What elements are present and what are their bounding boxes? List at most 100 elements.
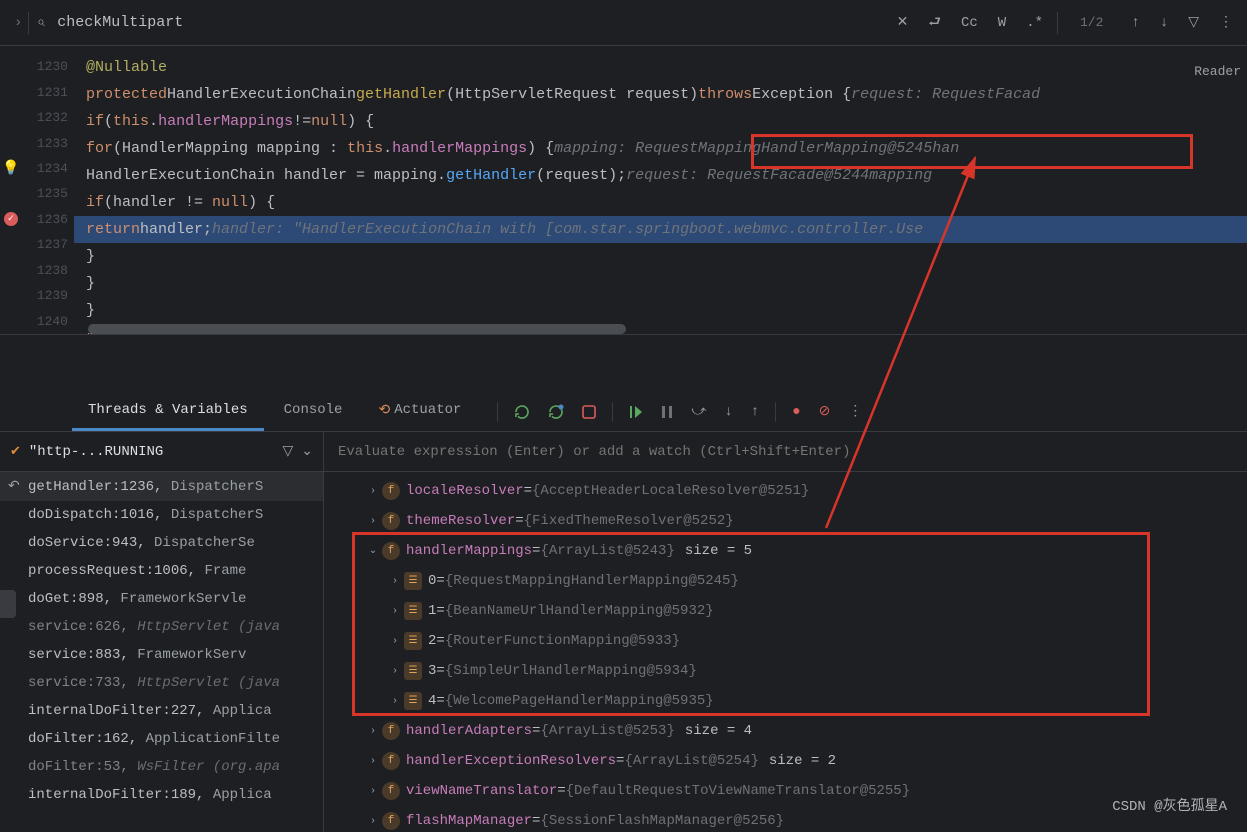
step-into-icon[interactable]: ↓ <box>718 400 738 424</box>
stack-frame[interactable]: doDispatch:1016, DispatcherS <box>0 501 323 529</box>
expand-chevron-icon[interactable]: › <box>364 486 382 497</box>
variable-row[interactable]: ›fflashMapManager = {SessionFlashMapMana… <box>324 806 1247 832</box>
expand-chevron-icon[interactable]: › <box>364 786 382 797</box>
line-number[interactable]: 1234 <box>22 161 74 176</box>
stop-icon[interactable] <box>576 401 602 423</box>
tab-console[interactable]: Console <box>268 392 359 431</box>
words-toggle[interactable]: W <box>992 11 1012 35</box>
horizontal-scrollbar[interactable] <box>88 324 626 334</box>
rerun-icon[interactable] <box>508 400 536 424</box>
code-line[interactable]: if (this.handlerMappings != null) { <box>74 108 1247 135</box>
search-input[interactable] <box>53 10 890 35</box>
stack-frame[interactable]: internalDoFilter:227, Applica <box>0 697 323 725</box>
code-editor[interactable]: Reader 1230123112321233💡12341235✓1236123… <box>0 46 1247 334</box>
pause-icon[interactable] <box>655 401 679 423</box>
variable-row[interactable]: ›☰2 = {RouterFunctionMapping@5933} <box>324 626 1247 656</box>
more-debug-icon[interactable]: ⋮ <box>842 399 868 424</box>
chevron-down-icon[interactable]: ⌄ <box>301 443 313 460</box>
code-line[interactable]: } <box>74 243 1247 270</box>
tab-actuator[interactable]: ⟲Actuator <box>362 392 477 432</box>
line-number[interactable]: 1240 <box>22 314 74 329</box>
tab-threads-variables[interactable]: Threads & Variables <box>72 392 264 431</box>
expand-chevron-icon[interactable]: › <box>364 516 382 527</box>
collapse-chevron-icon[interactable]: › <box>8 11 28 35</box>
code-line[interactable]: HandlerExecutionChain handler = mapping.… <box>74 162 1247 189</box>
close-icon[interactable]: ✕ <box>891 10 915 35</box>
mute-breakpoints-icon[interactable]: ⊘ <box>813 399 837 424</box>
variable-row[interactable]: ›fhandlerExceptionResolvers = {ArrayList… <box>324 746 1247 776</box>
line-number[interactable]: 1237 <box>22 237 74 252</box>
collapse-handle[interactable] <box>0 590 16 618</box>
breakpoint-icon[interactable]: ✓ <box>4 212 18 226</box>
variable-name: 4 <box>428 693 436 709</box>
regex-toggle[interactable]: .* <box>1020 11 1049 35</box>
evaluate-bar[interactable] <box>324 432 1247 472</box>
search-icon[interactable]: ⌕ <box>29 11 53 35</box>
view-breakpoints-icon[interactable]: ● <box>786 400 806 424</box>
expand-chevron-icon[interactable]: › <box>386 696 404 707</box>
array-element-icon: ☰ <box>404 692 422 710</box>
code-line[interactable]: return handler; handler: "HandlerExecuti… <box>74 216 1247 243</box>
code-line[interactable]: } <box>74 297 1247 324</box>
line-number[interactable]: 1231 <box>22 85 74 100</box>
expand-chevron-icon[interactable]: › <box>364 756 382 767</box>
expand-chevron-icon[interactable]: › <box>386 606 404 617</box>
variable-value: {ArrayList@5243} <box>540 543 674 559</box>
variable-row[interactable]: ›fthemeResolver = {FixedThemeResolver@52… <box>324 506 1247 536</box>
thread-selector[interactable]: ✔ "http-...RUNNING ▽ ⌄ <box>0 432 323 472</box>
variable-name: flashMapManager <box>406 813 532 829</box>
line-number[interactable]: 1235 <box>22 186 74 201</box>
expand-chevron-icon[interactable]: › <box>386 576 404 587</box>
filter-icon[interactable]: ▽ <box>282 443 293 460</box>
line-number[interactable]: 1233 <box>22 136 74 151</box>
step-over-icon[interactable]: ⤻ <box>685 400 712 424</box>
intention-bulb-icon[interactable]: 💡 <box>2 160 19 177</box>
new-line-icon[interactable]: ⮐ <box>922 7 947 39</box>
stack-frame[interactable]: doFilter:162, ApplicationFilte <box>0 725 323 753</box>
step-out-icon[interactable]: ↑ <box>745 400 765 424</box>
next-match-icon[interactable]: ↓ <box>1154 11 1174 35</box>
line-number[interactable]: 1232 <box>22 110 74 125</box>
variable-row[interactable]: ⌄fhandlerMappings = {ArrayList@5243}size… <box>324 536 1247 566</box>
variable-row[interactable]: ›fviewNameTranslator = {DefaultRequestTo… <box>324 776 1247 806</box>
stack-frame[interactable]: doFilter:53, WsFilter (org.apa <box>0 753 323 781</box>
line-number[interactable]: 1238 <box>22 263 74 278</box>
filter-icon[interactable]: ▽ <box>1182 10 1205 35</box>
variable-row[interactable]: ›☰0 = {RequestMappingHandlerMapping@5245… <box>324 566 1247 596</box>
code-line[interactable]: if (handler != null) { <box>74 189 1247 216</box>
stack-frame[interactable]: processRequest:1006, Frame <box>0 557 323 585</box>
code-line[interactable]: @Nullable <box>74 54 1247 81</box>
more-icon[interactable]: ⋮ <box>1213 10 1239 35</box>
stack-frame[interactable]: service:733, HttpServlet (java <box>0 669 323 697</box>
line-number[interactable]: 1230 <box>22 59 74 74</box>
stack-frame[interactable]: internalDoFilter:189, Applica <box>0 781 323 809</box>
evaluate-input[interactable] <box>338 444 1233 460</box>
variable-row[interactable]: ›fhandlerAdapters = {ArrayList@5253}size… <box>324 716 1247 746</box>
stack-frame[interactable]: doGet:898, FrameworkServle <box>0 585 323 613</box>
variable-row[interactable]: ›flocaleResolver = {AcceptHeaderLocaleRe… <box>324 476 1247 506</box>
rerun-modified-icon[interactable] <box>542 400 570 424</box>
expand-chevron-icon[interactable]: › <box>364 726 382 737</box>
stack-frame[interactable]: doService:943, DispatcherSe <box>0 529 323 557</box>
line-number[interactable]: 1236 <box>22 212 74 227</box>
prev-match-icon[interactable]: ↑ <box>1125 11 1145 35</box>
expand-chevron-icon[interactable]: › <box>364 816 382 827</box>
divider <box>497 402 498 422</box>
divider <box>612 402 613 422</box>
resume-icon[interactable] <box>623 401 649 423</box>
stack-frame[interactable]: ↶getHandler:1236, DispatcherS <box>0 472 323 501</box>
line-number[interactable]: 1239 <box>22 288 74 303</box>
expand-chevron-icon[interactable]: › <box>386 636 404 647</box>
match-case-toggle[interactable]: Cc <box>955 11 984 35</box>
expand-chevron-icon[interactable]: ⌄ <box>364 545 382 557</box>
stack-frame[interactable]: service:626, HttpServlet (java <box>0 613 323 641</box>
code-line[interactable]: for (HandlerMapping mapping : this.handl… <box>74 135 1247 162</box>
variable-value: {FixedThemeResolver@5252} <box>524 513 734 529</box>
variable-row[interactable]: ›☰3 = {SimpleUrlHandlerMapping@5934} <box>324 656 1247 686</box>
variable-row[interactable]: ›☰1 = {BeanNameUrlHandlerMapping@5932} <box>324 596 1247 626</box>
code-line[interactable]: protected HandlerExecutionChain getHandl… <box>74 81 1247 108</box>
stack-frame[interactable]: service:883, FrameworkServ <box>0 641 323 669</box>
expand-chevron-icon[interactable]: › <box>386 666 404 677</box>
code-line[interactable]: } <box>74 270 1247 297</box>
variable-row[interactable]: ›☰4 = {WelcomePageHandlerMapping@5935} <box>324 686 1247 716</box>
